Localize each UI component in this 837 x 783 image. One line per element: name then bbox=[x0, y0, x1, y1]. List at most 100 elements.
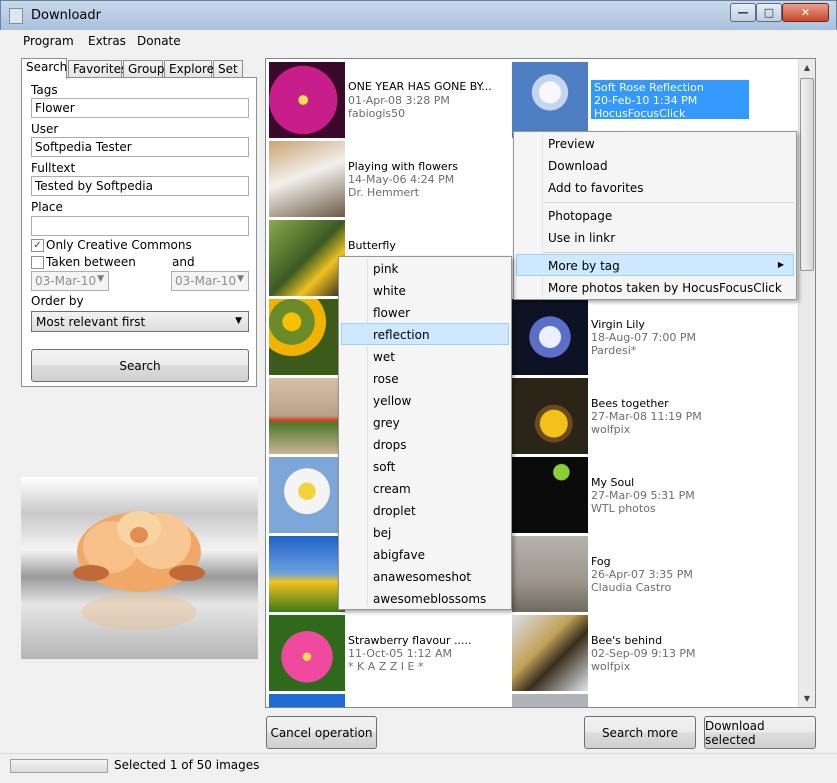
close-icon: ✕ bbox=[800, 6, 811, 19]
item-title: Fog bbox=[591, 555, 611, 568]
item-author: WTL photos bbox=[591, 502, 656, 515]
download-selected-button[interactable]: Download selected bbox=[704, 716, 816, 749]
scroll-thumb[interactable] bbox=[800, 78, 814, 271]
search-button[interactable]: Search bbox=[31, 349, 249, 382]
tag-item[interactable]: soft bbox=[373, 460, 395, 474]
date-from-picker[interactable]: 03-Mar-10 ▼ bbox=[31, 271, 109, 291]
maximize-button[interactable]: □ bbox=[756, 3, 782, 22]
menu-donate[interactable]: Donate bbox=[137, 34, 181, 48]
item-author: fabiogis50 bbox=[348, 107, 406, 120]
tag-item[interactable]: pink bbox=[373, 262, 399, 276]
minimize-button[interactable]: — bbox=[730, 3, 756, 22]
date-to-value: 03-Mar-10 bbox=[175, 274, 237, 288]
thumbnail[interactable] bbox=[512, 299, 588, 375]
tag-item[interactable]: abigfave bbox=[373, 548, 425, 562]
menu-item-more-by-tag[interactable]: More by tag bbox=[548, 259, 620, 273]
user-input[interactable]: Softpedia Tester bbox=[31, 137, 249, 157]
order-by-label: Order by bbox=[31, 294, 84, 308]
tag-item[interactable]: awesomeblossoms bbox=[373, 592, 486, 606]
thumbnail[interactable] bbox=[269, 220, 345, 296]
item-date: 18-Aug-07 7:00 PM bbox=[591, 331, 696, 344]
item-date: 20-Feb-10 1:34 PM bbox=[594, 94, 698, 107]
tab-favorites[interactable]: Favorites bbox=[68, 60, 127, 78]
thumbnail[interactable] bbox=[269, 62, 345, 138]
menu-extras[interactable]: Extras bbox=[88, 34, 126, 48]
item-title: Strawberry flavour ..... bbox=[348, 634, 472, 647]
thumbnail[interactable] bbox=[269, 299, 345, 375]
search-more-button[interactable]: Search more bbox=[584, 716, 696, 749]
menu-item-photopage[interactable]: Photopage bbox=[548, 209, 612, 223]
item-title: Virgin Lily bbox=[591, 318, 645, 331]
user-label: User bbox=[31, 122, 59, 136]
thumbnail[interactable] bbox=[512, 457, 588, 533]
taken-between-checkbox[interactable] bbox=[31, 256, 44, 269]
menu-item-preview[interactable]: Preview bbox=[548, 137, 595, 151]
item-author: HocusFocusClick bbox=[594, 107, 686, 120]
item-date: 01-Apr-08 3:28 PM bbox=[348, 94, 450, 107]
context-menu: Preview Download Add to favorites Photop… bbox=[513, 131, 797, 300]
order-by-select[interactable]: Most relevant first ▼ bbox=[31, 311, 249, 332]
tag-item[interactable]: cream bbox=[373, 482, 411, 496]
item-date: 27-Mar-09 5:31 PM bbox=[591, 489, 695, 502]
progress-bar bbox=[10, 759, 108, 773]
fulltext-input[interactable]: Tested by Softpedia bbox=[31, 176, 249, 196]
thumbnail[interactable] bbox=[269, 141, 345, 217]
item-title: Playing with flowers bbox=[348, 160, 458, 173]
tab-search[interactable]: Search bbox=[21, 58, 67, 79]
selected-item-info[interactable]: Soft Rose Reflection 20-Feb-10 1:34 PM H… bbox=[591, 80, 749, 120]
item-title: Soft Rose Reflection bbox=[594, 81, 704, 94]
chevron-right-icon: ▶ bbox=[777, 260, 784, 269]
vertical-scrollbar[interactable]: ▲ ▼ bbox=[798, 59, 815, 707]
menu-bar: Program Extras Donate bbox=[0, 30, 837, 54]
thumbnail[interactable] bbox=[269, 378, 345, 454]
tags-input[interactable]: Flower bbox=[31, 98, 249, 118]
thumbnail[interactable] bbox=[512, 615, 588, 691]
tag-item[interactable]: drops bbox=[373, 438, 407, 452]
window-title: Downloadr bbox=[31, 8, 101, 23]
thumbnail[interactable] bbox=[512, 536, 588, 612]
close-button[interactable]: ✕ bbox=[782, 3, 829, 22]
thumbnail[interactable] bbox=[269, 615, 345, 691]
tag-item-highlighted[interactable]: reflection bbox=[373, 328, 430, 342]
tab-set[interactable]: Set bbox=[213, 60, 243, 78]
cancel-operation-button[interactable]: Cancel operation bbox=[266, 716, 377, 749]
scroll-down-icon[interactable]: ▼ bbox=[799, 690, 815, 707]
chevron-down-icon: ▼ bbox=[237, 274, 244, 284]
tag-item[interactable]: rose bbox=[373, 372, 399, 386]
thumbnail[interactable] bbox=[269, 694, 345, 707]
order-by-value: Most relevant first bbox=[36, 315, 146, 329]
thumbnail[interactable] bbox=[269, 457, 345, 533]
tag-item[interactable]: yellow bbox=[373, 394, 411, 408]
tag-item[interactable]: grey bbox=[373, 416, 400, 430]
menu-item-more-photos-by-user[interactable]: More photos taken by HocusFocusClick bbox=[548, 281, 782, 295]
tag-item[interactable]: droplet bbox=[373, 504, 416, 518]
menu-program[interactable]: Program bbox=[23, 34, 74, 48]
item-date: 27-Mar-08 11:19 PM bbox=[591, 410, 702, 423]
tags-label: Tags bbox=[31, 83, 58, 97]
place-input[interactable] bbox=[31, 216, 249, 236]
date-to-picker[interactable]: 03-Mar-10 ▼ bbox=[171, 271, 249, 291]
item-author: wolfpix bbox=[591, 423, 631, 436]
scroll-up-icon[interactable]: ▲ bbox=[799, 59, 815, 76]
tag-item[interactable]: bej bbox=[373, 526, 391, 540]
tag-item[interactable]: white bbox=[373, 284, 406, 298]
thumbnail-selected[interactable] bbox=[512, 62, 588, 138]
creative-commons-checkbox[interactable]: ✓ bbox=[31, 239, 44, 252]
status-bar: Selected 1 of 50 images bbox=[0, 753, 837, 783]
fulltext-label: Fulltext bbox=[31, 161, 76, 175]
tab-group[interactable]: Group bbox=[123, 60, 165, 78]
tag-item[interactable]: wet bbox=[373, 350, 395, 364]
item-title: Bee's behind bbox=[591, 634, 663, 647]
item-date: 26-Apr-07 3:35 PM bbox=[591, 568, 693, 581]
menu-separator bbox=[544, 252, 794, 253]
menu-item-add-to-favorites[interactable]: Add to favorites bbox=[548, 181, 644, 195]
item-title: My Soul bbox=[591, 476, 635, 489]
thumbnail[interactable] bbox=[512, 694, 588, 707]
menu-item-download[interactable]: Download bbox=[548, 159, 608, 173]
tab-explore[interactable]: Explore bbox=[164, 60, 214, 78]
tag-item[interactable]: anawesomeshot bbox=[373, 570, 471, 584]
thumbnail[interactable] bbox=[269, 536, 345, 612]
tag-item[interactable]: flower bbox=[373, 306, 410, 320]
menu-item-use-in-linkr[interactable]: Use in linkr bbox=[548, 231, 615, 245]
thumbnail[interactable] bbox=[512, 378, 588, 454]
